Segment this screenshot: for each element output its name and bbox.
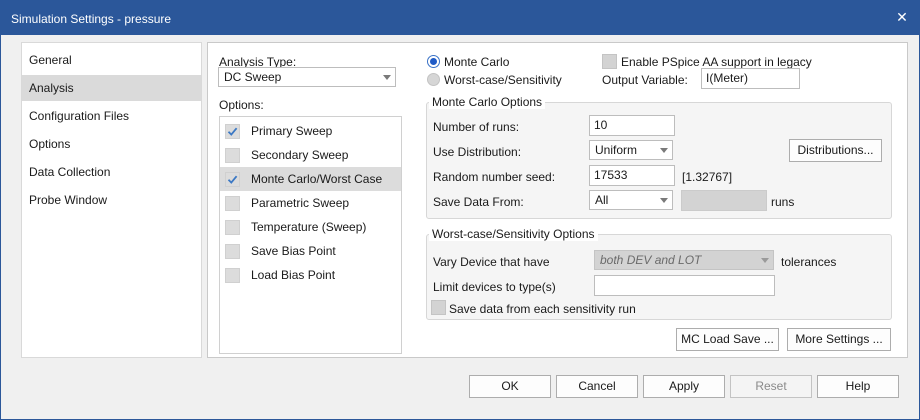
analysis-type-select[interactable]: DC Sweep: [218, 67, 396, 87]
option-label: Secondary Sweep: [251, 148, 349, 162]
category-item-configuration-files[interactable]: Configuration Files: [22, 103, 201, 129]
option-item-secondary-sweep[interactable]: Secondary Sweep: [220, 143, 401, 167]
chevron-down-icon: [761, 258, 769, 263]
check-icon: [227, 175, 238, 184]
option-checkbox[interactable]: [225, 148, 240, 163]
runs-value: 10: [594, 118, 608, 132]
option-checkbox[interactable]: [225, 244, 240, 259]
category-label: Data Collection: [29, 165, 111, 179]
option-label: Load Bias Point: [251, 268, 336, 282]
vary-device-label: Vary Device that have: [433, 255, 550, 269]
output-variable-label: Output Variable:: [602, 73, 688, 87]
save-runs-input[interactable]: [681, 190, 767, 211]
seed-label: Random number seed:: [433, 170, 556, 184]
distribution-label: Use Distribution:: [433, 145, 522, 159]
save-data-label: Save Data From:: [433, 195, 524, 209]
analysis-type-value: DC Sweep: [224, 70, 282, 84]
help-label: Help: [845, 379, 871, 393]
limit-devices-input[interactable]: [594, 275, 775, 296]
runs-label: Number of runs:: [433, 120, 520, 134]
check-icon: [227, 127, 238, 136]
output-variable-input[interactable]: I(Meter): [701, 68, 800, 89]
ok-label: OK: [501, 379, 519, 393]
distributions-button[interactable]: Distributions...: [789, 139, 882, 162]
vary-device-select[interactable]: both DEV and LOT: [594, 250, 774, 270]
more-settings-button[interactable]: More Settings ...: [787, 328, 891, 351]
option-checkbox[interactable]: [225, 124, 240, 139]
category-item-options[interactable]: Options: [22, 131, 201, 157]
runs-suffix: runs: [771, 195, 795, 209]
monte-carlo-options-title: Monte Carlo Options: [429, 95, 546, 109]
option-label: Temperature (Sweep): [251, 220, 367, 234]
options-label: Options:: [219, 98, 264, 112]
title-bar: Simulation Settings - pressure ✕: [1, 1, 919, 35]
monte-carlo-radio[interactable]: [427, 55, 440, 68]
category-list: General Analysis Configuration Files Opt…: [21, 42, 202, 358]
cancel-label: Cancel: [578, 379, 616, 393]
limit-devices-label: Limit devices to type(s): [433, 280, 556, 294]
option-checkbox[interactable]: [225, 268, 240, 283]
option-checkbox[interactable]: [225, 172, 240, 187]
reset-button[interactable]: Reset: [730, 375, 812, 398]
pspice-aa-label: Enable PSpice AA support in legacy: [621, 55, 812, 69]
simulation-settings-dialog: Simulation Settings - pressure ✕ General…: [0, 0, 920, 420]
tolerances-label: tolerances: [781, 255, 837, 269]
distribution-select[interactable]: Uniform: [589, 140, 673, 160]
option-label: Monte Carlo/Worst Case: [251, 172, 383, 186]
save-sensitivity-label: Save data from each sensitivity run: [449, 302, 636, 316]
distribution-value: Uniform: [595, 143, 638, 157]
option-label: Parametric Sweep: [251, 196, 350, 210]
mc-load-save-label: MC Load Save ...: [681, 332, 774, 346]
category-item-general[interactable]: General: [22, 47, 201, 73]
save-data-value: All: [595, 193, 609, 207]
category-label: Options: [29, 137, 71, 151]
option-item-parametric-sweep[interactable]: Parametric Sweep: [220, 191, 401, 215]
chevron-down-icon: [383, 75, 391, 80]
category-item-probe-window[interactable]: Probe Window: [22, 187, 201, 213]
chevron-down-icon: [660, 148, 668, 153]
apply-label: Apply: [668, 379, 700, 393]
seed-range: [1.32767]: [682, 170, 733, 184]
help-button[interactable]: Help: [817, 375, 899, 398]
option-item-monte-carlo-worst-case[interactable]: Monte Carlo/Worst Case: [220, 167, 401, 191]
option-item-load-bias-point[interactable]: Load Bias Point: [220, 263, 401, 287]
category-item-data-collection[interactable]: Data Collection: [22, 159, 201, 185]
category-label: General: [29, 53, 72, 67]
vary-device-value: both DEV and LOT: [600, 253, 702, 267]
category-label: Configuration Files: [29, 109, 130, 123]
seed-input[interactable]: 17533: [589, 165, 675, 186]
cancel-button[interactable]: Cancel: [556, 375, 638, 398]
more-settings-label: More Settings ...: [795, 332, 883, 346]
worst-case-options-title: Worst-case/Sensitivity Options: [429, 227, 598, 241]
category-label: Probe Window: [29, 193, 108, 207]
monte-carlo-radio-label: Monte Carlo: [444, 55, 510, 69]
pspice-aa-checkbox[interactable]: [602, 54, 617, 69]
distributions-button-label: Distributions...: [797, 143, 874, 157]
option-item-save-bias-point[interactable]: Save Bias Point: [220, 239, 401, 263]
save-sensitivity-checkbox[interactable]: [431, 300, 446, 315]
runs-input[interactable]: 10: [589, 115, 675, 136]
category-item-analysis[interactable]: Analysis: [22, 75, 201, 101]
option-label: Save Bias Point: [251, 244, 336, 258]
save-data-select[interactable]: All: [589, 190, 673, 210]
ok-button[interactable]: OK: [469, 375, 551, 398]
option-item-primary-sweep[interactable]: Primary Sweep: [220, 119, 401, 143]
option-checkbox[interactable]: [225, 196, 240, 211]
chevron-down-icon: [660, 198, 668, 203]
apply-button[interactable]: Apply: [643, 375, 725, 398]
category-label: Analysis: [29, 81, 74, 95]
option-label: Primary Sweep: [251, 124, 333, 138]
close-icon[interactable]: ✕: [885, 1, 919, 35]
seed-value: 17533: [594, 168, 628, 182]
worst-case-radio[interactable]: [427, 73, 440, 86]
worst-case-radio-label: Worst-case/Sensitivity: [444, 73, 562, 87]
mc-load-save-button[interactable]: MC Load Save ...: [676, 328, 779, 351]
option-checkbox[interactable]: [225, 220, 240, 235]
option-item-temperature-sweep[interactable]: Temperature (Sweep): [220, 215, 401, 239]
options-list: Primary Sweep Secondary Sweep Monte Carl…: [219, 116, 402, 354]
output-variable-value: I(Meter): [706, 71, 748, 85]
reset-label: Reset: [755, 379, 787, 393]
window-title: Simulation Settings - pressure: [11, 12, 172, 26]
